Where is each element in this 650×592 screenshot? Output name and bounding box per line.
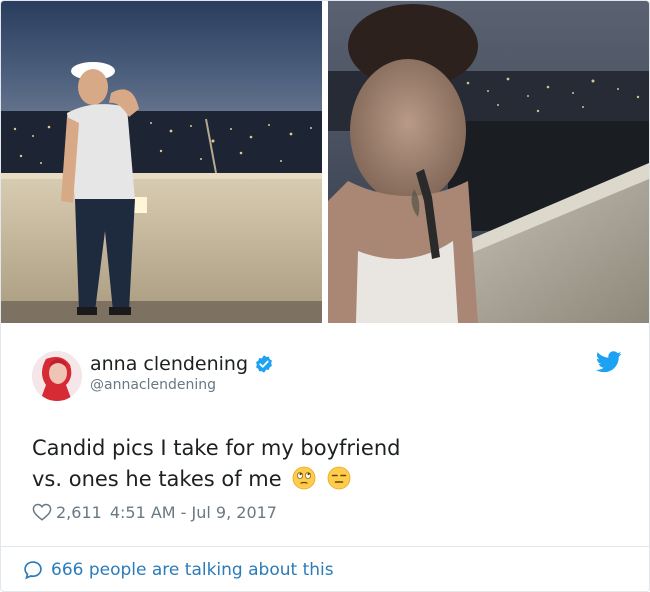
author-name-row: anna clendening bbox=[90, 353, 274, 375]
tweet-media bbox=[1, 1, 649, 323]
verified-badge-icon bbox=[256, 355, 272, 373]
tweet-text-line-2-wrapper: vs. ones he takes of me bbox=[32, 464, 622, 495]
photo-woman-selfie-night[interactable] bbox=[328, 1, 649, 323]
tweet-header: anna clendening @annaclendening bbox=[32, 351, 622, 405]
photo-man-city-night[interactable] bbox=[1, 1, 322, 323]
tweet-text-line-1: Candid pics I take for my boyfriend bbox=[32, 436, 401, 460]
tweet-meta-row: 2,611 4:51 AM - Jul 9, 2017 bbox=[32, 501, 277, 523]
author-display-name[interactable]: anna clendening bbox=[90, 353, 248, 375]
tweet-text: Candid pics I take for my boyfriend vs. … bbox=[32, 433, 622, 495]
conversation-link[interactable]: 666 people are talking about this bbox=[23, 557, 334, 583]
speech-bubble-icon bbox=[24, 561, 42, 580]
tweet-text-line-2: vs. ones he takes of me bbox=[32, 467, 282, 491]
author-avatar[interactable] bbox=[32, 351, 82, 401]
tweet-timestamp[interactable]: 4:51 AM - Jul 9, 2017 bbox=[110, 503, 277, 522]
twitter-bird-icon[interactable] bbox=[596, 351, 622, 373]
expressionless-face-icon bbox=[327, 466, 351, 490]
face-with-rolling-eyes-icon bbox=[292, 466, 316, 490]
author-handle[interactable]: @annaclendening bbox=[90, 377, 216, 393]
card-divider bbox=[1, 546, 649, 547]
like-count[interactable]: 2,611 bbox=[56, 503, 102, 522]
tweet-embed-card: anna clendening @annaclendening Candid p… bbox=[0, 0, 650, 592]
conversation-link-label[interactable]: 666 people are talking about this bbox=[51, 560, 334, 580]
heart-icon[interactable] bbox=[32, 503, 52, 521]
